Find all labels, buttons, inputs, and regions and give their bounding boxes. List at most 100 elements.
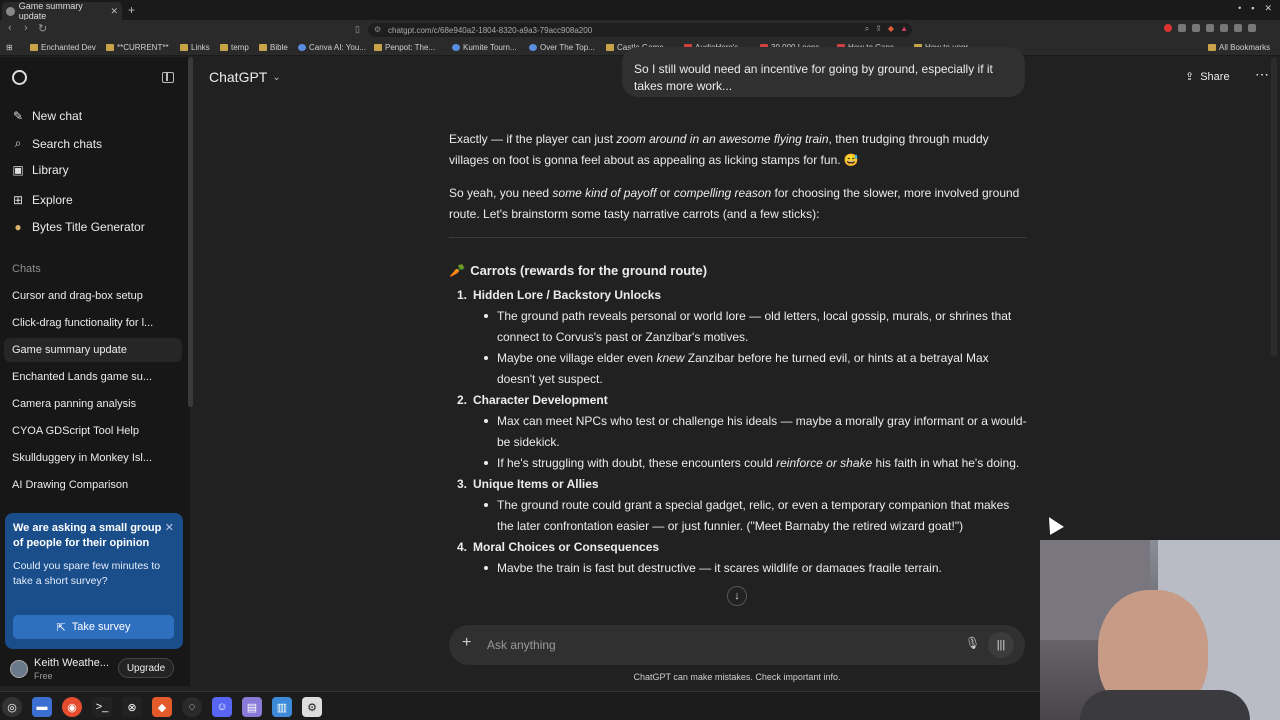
url-bar[interactable]: ⚙ chatgpt.com/c/68e940a2-1804-8320-a9a3-…: [368, 23, 912, 37]
chat-item[interactable]: Skullduggery in Monkey Isl...: [4, 446, 182, 470]
assistant-message: Exactly — if the player can just zoom ar…: [449, 129, 1027, 572]
back-icon[interactable]: ‹: [8, 22, 12, 34]
library-button[interactable]: ▣ Library: [12, 163, 68, 177]
waveform-icon: |||: [996, 639, 1006, 651]
settings-icon[interactable]: ⚙: [302, 697, 322, 717]
close-sidebar-icon[interactable]: [162, 72, 174, 83]
bullet-item: The ground path reveals personal or worl…: [484, 306, 1027, 348]
new-tab-icon[interactable]: +: [128, 3, 135, 17]
close-icon[interactable]: ✕: [165, 521, 174, 534]
wallet-icon[interactable]: [1220, 24, 1228, 32]
reload-icon[interactable]: ↻: [38, 22, 47, 35]
app-icon[interactable]: ⊗: [122, 697, 142, 717]
share-icon: ⇪: [1185, 71, 1195, 83]
tab-close-icon[interactable]: ✕: [110, 6, 118, 17]
bookmark-item[interactable]: Penpot: The...: [374, 43, 435, 52]
gpt-bytes-title-generator[interactable]: ● Bytes Title Generator: [12, 220, 144, 234]
bookmark-item[interactable]: Enchanted Dev: [30, 43, 96, 52]
bookmark-page-icon[interactable]: ▯: [355, 24, 360, 35]
scroll-down-button[interactable]: ↓: [727, 586, 747, 606]
start-menu-icon[interactable]: ◎: [2, 697, 22, 717]
chat-item[interactable]: Click-drag functionality for l...: [4, 311, 182, 335]
bookmark-item[interactable]: Over The Top...: [529, 43, 595, 52]
new-chat-button[interactable]: ✎ New chat: [12, 109, 82, 123]
forward-icon[interactable]: ›: [24, 22, 28, 34]
apps-icon[interactable]: ⊞: [6, 43, 13, 52]
browser-icon[interactable]: ◉: [62, 697, 82, 717]
survey-card: We are asking a small group of people fo…: [5, 513, 183, 649]
more-options-icon[interactable]: ⋯: [1255, 66, 1269, 83]
list-item: 3. Unique Items or Allies: [456, 477, 599, 491]
all-bookmarks[interactable]: All Bookmarks: [1208, 43, 1270, 52]
taskbar: ◎ ▬ ◉ >_ ⊗ ◆ ◌ ☺ ▤ ▥ ⚙: [0, 691, 1040, 720]
bookmark-item[interactable]: Canva AI: You...: [298, 43, 366, 52]
document-icon[interactable]: ▥: [272, 697, 292, 717]
disclaimer-text: ChatGPT can make mistakes. Check importa…: [633, 672, 841, 682]
search-chats-button[interactable]: ⌕ Search chats: [12, 136, 102, 151]
maximize-icon[interactable]: ▪: [1251, 3, 1254, 14]
upgrade-button[interactable]: Upgrade: [118, 658, 174, 678]
plus-icon[interactable]: +: [462, 634, 471, 652]
chat-item[interactable]: Cursor and drag-box setup: [4, 284, 182, 308]
file-manager-icon[interactable]: ▬: [32, 697, 52, 717]
brave-shield-icon[interactable]: ◆: [888, 24, 894, 34]
section-heading: 🥕 Carrots (rewards for the ground route): [449, 260, 1027, 281]
bullet-item: Maybe one village elder even knew Zanzib…: [484, 348, 1027, 390]
list-item: 1. Hidden Lore / Backstory Unlocks: [456, 288, 662, 302]
chat-item[interactable]: Camera panning analysis: [4, 392, 182, 416]
obs-icon[interactable]: ◌: [182, 697, 202, 717]
share-page-icon[interactable]: ⇪: [875, 24, 882, 34]
microphone-icon[interactable]: 🎙: [965, 636, 980, 650]
voice-mode-button[interactable]: |||: [988, 632, 1014, 658]
bookmark-item[interactable]: Links: [180, 43, 210, 52]
chats-section-title: Chats: [12, 263, 41, 275]
list-item: 2. Character Development: [456, 393, 608, 407]
brave-browser-icon[interactable]: ◆: [152, 697, 172, 717]
close-window-icon[interactable]: ✕: [1264, 3, 1272, 14]
paragraph: Exactly — if the player can just zoom ar…: [449, 132, 989, 167]
bullet-item: The ground route could grant a special g…: [484, 495, 1027, 537]
minimize-icon[interactable]: •: [1238, 3, 1241, 14]
library-icon: ▣: [12, 163, 24, 177]
chatgpt-logo-icon[interactable]: [12, 70, 27, 85]
chatgpt-favicon-icon: [6, 6, 15, 16]
vpn-icon[interactable]: [1234, 24, 1242, 32]
browser-tab[interactable]: Game summary update ✕: [2, 1, 122, 21]
bookmark-item[interactable]: **CURRENT**: [106, 43, 169, 52]
site-info-icon[interactable]: ⚙: [374, 25, 381, 34]
bookmark-item[interactable]: temp: [220, 43, 249, 52]
extension-icon[interactable]: [1192, 24, 1200, 32]
chevron-down-icon: ⌄: [272, 71, 281, 83]
brave-rewards-icon[interactable]: ▲: [900, 24, 908, 34]
user-menu[interactable]: Keith Weathe... Free Upgrade: [0, 652, 190, 686]
notes-icon[interactable]: ▤: [242, 697, 262, 717]
url-text: chatgpt.com/c/68e940a2-1804-8320-a9a3-79…: [388, 25, 593, 35]
chat-item[interactable]: CYOA GDScript Tool Help: [4, 419, 182, 443]
user-name: Keith Weathe...: [34, 657, 110, 669]
menu-icon[interactable]: [1248, 24, 1256, 32]
webcam-person-shirt: [1080, 690, 1250, 720]
avatar[interactable]: [10, 660, 28, 678]
zoom-icon[interactable]: ⌕: [865, 24, 869, 34]
model-selector[interactable]: ChatGPT ⌄: [209, 69, 281, 85]
bookmark-item[interactable]: Kumite Tourn...: [452, 43, 517, 52]
extension-icon[interactable]: [1178, 24, 1186, 32]
explore-button[interactable]: ⊞ Explore: [12, 193, 73, 207]
chat-item-active[interactable]: Game summary update: [4, 338, 182, 362]
chat-item[interactable]: AI Drawing Comparison: [4, 473, 182, 497]
main-scrollbar[interactable]: [1271, 57, 1277, 357]
chat-item[interactable]: Enchanted Lands game su...: [4, 365, 182, 389]
share-button[interactable]: ⇪ Share: [1185, 70, 1230, 84]
discord-icon[interactable]: ☺: [212, 697, 232, 717]
bullet-item: Maybe the train is fast but destructive …: [484, 558, 1027, 572]
take-survey-button[interactable]: ⇱ Take survey: [13, 615, 174, 639]
bullet-item: If he's struggling with doubt, these enc…: [484, 453, 1027, 474]
sidebar-icon[interactable]: [1206, 24, 1214, 32]
prompt-input[interactable]: [487, 636, 927, 654]
webcam-overlay: [1040, 540, 1280, 720]
bookmark-item[interactable]: Bible: [259, 43, 288, 52]
survey-body: Could you spare few minutes to take a sh…: [13, 560, 161, 587]
record-icon[interactable]: [1164, 24, 1172, 32]
sidebar: ✎ New chat ⌕ Search chats ▣ Library ⊞ Ex…: [0, 57, 193, 686]
terminal-icon[interactable]: >_: [92, 697, 112, 717]
